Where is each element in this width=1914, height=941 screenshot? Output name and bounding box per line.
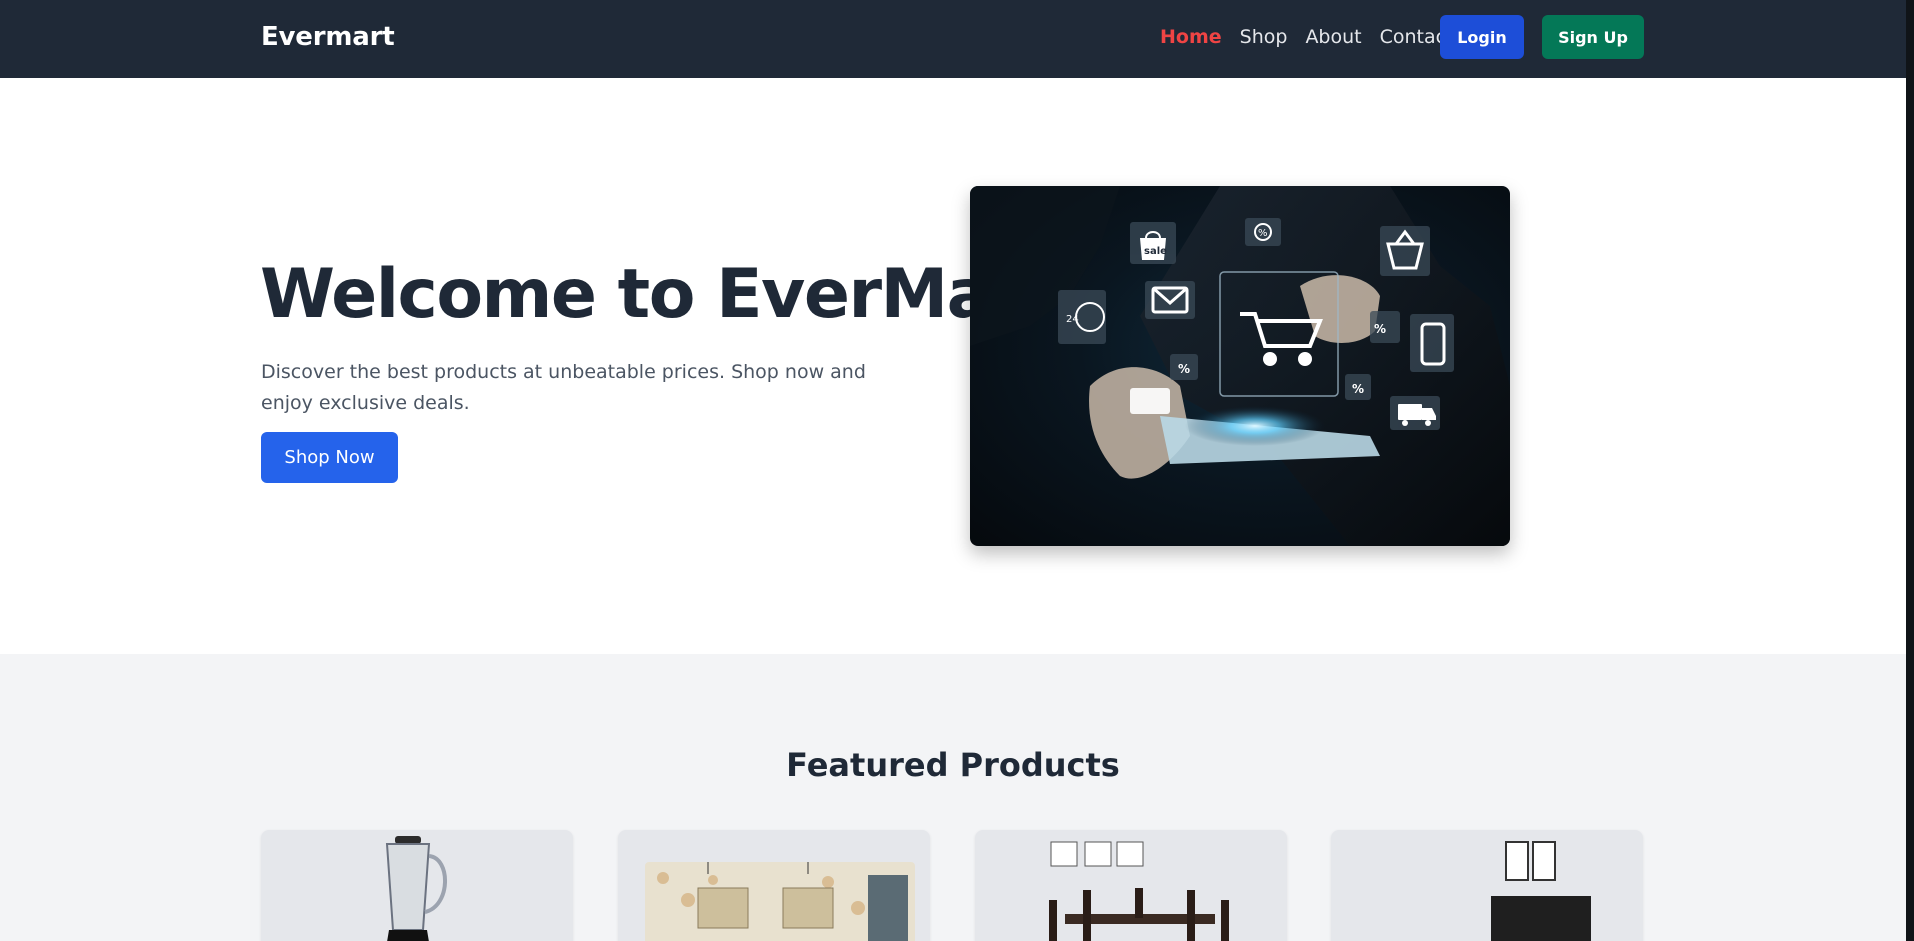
top-navbar: Evermart Home Shop About Contact Login S… [0, 0, 1906, 78]
hero-description: Discover the best products at unbeatable… [261, 361, 866, 414]
product-card-dining-table[interactable] [975, 830, 1287, 941]
nav-link-shop[interactable]: Shop [1240, 26, 1288, 48]
window-edge [1906, 0, 1914, 941]
hero-title: Welcome to EverMart [260, 255, 1056, 334]
page: Evermart Home Shop About Contact Login S… [0, 0, 1914, 941]
login-button[interactable]: Login [1440, 15, 1524, 59]
bed-product-image [1491, 841, 1591, 941]
hero-illustration: sale % 24 % % % [970, 186, 1510, 546]
nav-link-home[interactable]: Home [1160, 26, 1222, 48]
featured-products-title: Featured Products [786, 746, 1120, 784]
blender-product-image [385, 836, 447, 941]
featured-products-section: Featured Products [0, 654, 1906, 941]
signup-button[interactable]: Sign Up [1542, 15, 1644, 59]
credit-card-icon [1130, 388, 1170, 414]
hero-ecommerce-image: sale % 24 % % % [970, 186, 1510, 546]
shop-now-button[interactable]: Shop Now [261, 432, 398, 483]
product-card-kitchen[interactable] [618, 830, 930, 941]
nav-link-about[interactable]: About [1305, 26, 1361, 48]
brand-logo[interactable]: Evermart [261, 22, 395, 52]
nav-links: Home Shop About Contact [1160, 26, 1454, 48]
svg-text:%: % [1178, 362, 1190, 376]
kitchen-product-image [645, 862, 915, 941]
svg-text:%: % [1374, 322, 1386, 336]
browser-viewport: Evermart Home Shop About Contact Login S… [0, 0, 1906, 941]
dining-table-product-image [1049, 841, 1229, 941]
svg-text:%: % [1258, 228, 1268, 239]
clock-badge-text: 24 [1066, 314, 1079, 325]
product-card-bed[interactable] [1331, 830, 1643, 941]
sale-badge-text: sale [1144, 246, 1167, 257]
svg-text:%: % [1352, 382, 1364, 396]
product-card-blender[interactable] [261, 830, 573, 941]
